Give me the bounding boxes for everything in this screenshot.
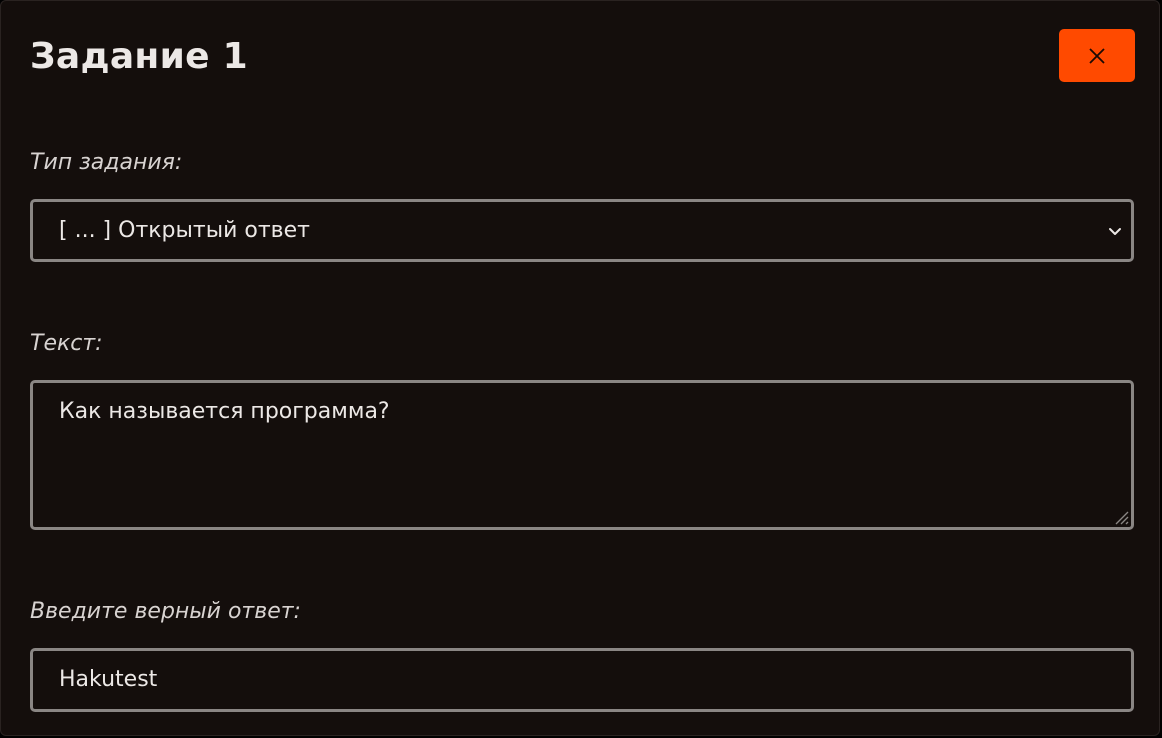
dialog-title: Задание 1 xyxy=(30,36,249,77)
task-type-selected-value: [ ... ] Открытый ответ xyxy=(59,218,310,243)
question-text-area[interactable]: Как называется программа? xyxy=(30,380,1134,530)
close-icon xyxy=(1089,48,1105,64)
chevron-down-icon xyxy=(1109,228,1121,235)
task-type-label: Тип задания: xyxy=(30,150,183,175)
close-button[interactable] xyxy=(1059,29,1135,82)
answer-value: Hakutest xyxy=(59,667,158,692)
question-text-value: Как называется программа? xyxy=(59,399,390,424)
answer-label: Введите верный ответ: xyxy=(30,599,301,624)
task-type-select[interactable]: [ ... ] Открытый ответ xyxy=(30,199,1134,262)
answer-input[interactable]: Hakutest xyxy=(30,648,1134,712)
resize-grip-icon[interactable] xyxy=(1112,508,1130,526)
text-label: Текст: xyxy=(30,331,103,356)
task-dialog: Задание 1 Тип задания: [ ... ] Открытый … xyxy=(0,0,1160,736)
